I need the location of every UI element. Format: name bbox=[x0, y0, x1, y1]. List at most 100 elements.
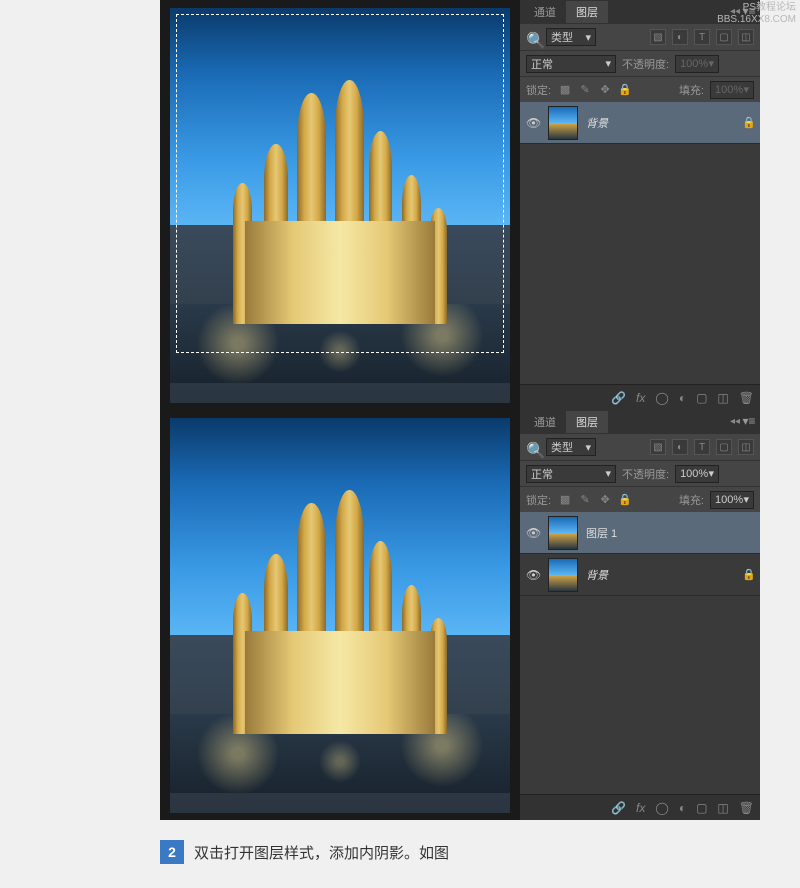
lock-transparency-icon[interactable]: ▩ bbox=[557, 492, 573, 508]
search-icon[interactable]: 🔍 bbox=[526, 31, 538, 43]
filter-pixel-icon[interactable]: ▧ bbox=[650, 439, 666, 455]
step-text: 双击打开图层样式，添加内阴影。如图 bbox=[194, 842, 449, 863]
chevron-down-icon: ▾ bbox=[585, 441, 591, 454]
panel-menu-icon[interactable]: ▾≡ bbox=[742, 414, 756, 428]
layers-panel: 通道 图层 ◂◂ ▾≡ 🔍 类型▾ ▧ ◐ T ▢ ◫ bbox=[520, 0, 760, 410]
blend-mode-dropdown[interactable]: 正常▾ bbox=[526, 465, 616, 483]
group-icon[interactable]: ▢ bbox=[696, 391, 707, 405]
layers-panel: 通道 图层 ◂◂ ▾≡ 🔍 类型▾ ▧ ◐ T ▢ ◫ bbox=[520, 410, 760, 820]
fill-input[interactable]: 100%▾ bbox=[710, 81, 754, 99]
filter-smart-icon[interactable]: ◫ bbox=[738, 439, 754, 455]
layer-background[interactable]: 👁 背景 🔒 bbox=[520, 102, 760, 144]
lock-row: 锁定: ▩ ✎ ✥ 🔒 填充: 100%▾ bbox=[520, 486, 760, 512]
tab-layers[interactable]: 图层 bbox=[566, 411, 608, 433]
lock-position-icon[interactable]: ✥ bbox=[597, 82, 613, 98]
chevron-down-icon: ▾ bbox=[743, 493, 749, 506]
chevron-down-icon: ▾ bbox=[585, 31, 591, 44]
lock-position-icon[interactable]: ✥ bbox=[597, 492, 613, 508]
canvas-image bbox=[170, 8, 510, 403]
layer-filter-row: 🔍 类型▾ ▧ ◐ T ▢ ◫ bbox=[520, 434, 760, 460]
layer-fx-icon[interactable]: fx bbox=[636, 391, 645, 405]
tutorial-content: 通道 图层 ◂◂ ▾≡ 🔍 类型▾ ▧ ◐ T ▢ ◫ bbox=[160, 0, 760, 864]
panel-bottom-bar: 🔗 fx ◯ ◐ ▢ ◫ 🗑 bbox=[520, 794, 760, 820]
lock-icon: 🔒 bbox=[742, 568, 754, 581]
new-layer-icon[interactable]: ◫ bbox=[717, 801, 728, 815]
canvas-area[interactable] bbox=[160, 410, 520, 820]
chevron-down-icon: ▾ bbox=[743, 83, 749, 96]
link-layers-icon[interactable]: 🔗 bbox=[611, 391, 626, 405]
filter-smart-icon[interactable]: ◫ bbox=[738, 29, 754, 45]
lock-label: 锁定: bbox=[526, 492, 551, 508]
filter-adjust-icon[interactable]: ◐ bbox=[672, 29, 688, 45]
delete-layer-icon[interactable]: 🗑 bbox=[739, 391, 754, 405]
photoshop-block-2: 通道 图层 ◂◂ ▾≡ 🔍 类型▾ ▧ ◐ T ▢ ◫ bbox=[160, 410, 760, 820]
lock-all-icon[interactable]: 🔒 bbox=[617, 492, 633, 508]
filter-type-dropdown[interactable]: 类型▾ bbox=[546, 438, 596, 456]
blend-row: 正常▾ 不透明度: 100%▾ bbox=[520, 460, 760, 486]
chevron-down-icon: ▾ bbox=[605, 57, 611, 70]
visibility-eye-icon[interactable]: 👁 bbox=[526, 526, 540, 540]
filter-icons: ▧ ◐ T ▢ ◫ bbox=[650, 29, 754, 45]
lock-icon: 🔒 bbox=[742, 116, 754, 129]
chevron-down-icon: ▾ bbox=[709, 467, 715, 480]
photoshop-block-1: 通道 图层 ◂◂ ▾≡ 🔍 类型▾ ▧ ◐ T ▢ ◫ bbox=[160, 0, 760, 410]
visibility-eye-icon[interactable]: 👁 bbox=[526, 568, 540, 582]
blend-row: 正常▾ 不透明度: 100%▾ bbox=[520, 50, 760, 76]
layer-background[interactable]: 👁 背景 🔒 bbox=[520, 554, 760, 596]
filter-icons: ▧ ◐ T ▢ ◫ bbox=[650, 439, 754, 455]
panel-bottom-bar: 🔗 fx ◯ ◐ ▢ ◫ 🗑 bbox=[520, 384, 760, 410]
lock-row: 锁定: ▩ ✎ ✥ 🔒 填充: 100%▾ bbox=[520, 76, 760, 102]
opacity-input[interactable]: 100%▾ bbox=[675, 465, 719, 483]
chevron-down-icon: ▾ bbox=[709, 57, 715, 70]
layer-name[interactable]: 背景 bbox=[586, 115, 734, 131]
filter-adjust-icon[interactable]: ◐ bbox=[672, 439, 688, 455]
lock-all-icon[interactable]: 🔒 bbox=[617, 82, 633, 98]
layer-fx-icon[interactable]: fx bbox=[636, 801, 645, 815]
search-icon[interactable]: 🔍 bbox=[526, 441, 538, 453]
filter-pixel-icon[interactable]: ▧ bbox=[650, 29, 666, 45]
canvas-area[interactable] bbox=[160, 0, 520, 410]
tab-channels[interactable]: 通道 bbox=[524, 1, 566, 23]
group-icon[interactable]: ▢ bbox=[696, 801, 707, 815]
layer-name[interactable]: 背景 bbox=[586, 567, 734, 583]
layer-thumbnail[interactable] bbox=[548, 558, 578, 592]
lock-label: 锁定: bbox=[526, 82, 551, 98]
layer-thumbnail[interactable] bbox=[548, 516, 578, 550]
opacity-label: 不透明度: bbox=[622, 466, 669, 482]
blend-mode-dropdown[interactable]: 正常▾ bbox=[526, 55, 616, 73]
chevron-down-icon: ▾ bbox=[605, 467, 611, 480]
filter-type-dropdown[interactable]: 类型▾ bbox=[546, 28, 596, 46]
layers-list: 👁 背景 🔒 bbox=[520, 102, 760, 384]
delete-layer-icon[interactable]: 🗑 bbox=[739, 801, 754, 815]
layer-name[interactable]: 图层 1 bbox=[586, 525, 754, 541]
opacity-label: 不透明度: bbox=[622, 56, 669, 72]
opacity-input[interactable]: 100%▾ bbox=[675, 55, 719, 73]
selection-marquee bbox=[176, 14, 504, 353]
layer-filter-row: 🔍 类型▾ ▧ ◐ T ▢ ◫ bbox=[520, 24, 760, 50]
panel-tabs: 通道 图层 ◂◂ ▾≡ bbox=[520, 410, 760, 434]
link-layers-icon[interactable]: 🔗 bbox=[611, 801, 626, 815]
filter-shape-icon[interactable]: ▢ bbox=[716, 439, 732, 455]
lock-transparency-icon[interactable]: ▩ bbox=[557, 82, 573, 98]
adjustment-layer-icon[interactable]: ◐ bbox=[679, 391, 686, 405]
fill-input[interactable]: 100%▾ bbox=[710, 491, 754, 509]
filter-shape-icon[interactable]: ▢ bbox=[716, 29, 732, 45]
step-number-badge: 2 bbox=[160, 840, 184, 864]
layer-1[interactable]: 👁 图层 1 bbox=[520, 512, 760, 554]
new-layer-icon[interactable]: ◫ bbox=[717, 391, 728, 405]
filter-type-icon[interactable]: T bbox=[694, 439, 710, 455]
filter-type-icon[interactable]: T bbox=[694, 29, 710, 45]
tab-layers[interactable]: 图层 bbox=[566, 1, 608, 23]
visibility-eye-icon[interactable]: 👁 bbox=[526, 116, 540, 130]
layer-mask-icon[interactable]: ◯ bbox=[655, 391, 668, 405]
layer-thumbnail[interactable] bbox=[548, 106, 578, 140]
adjustment-layer-icon[interactable]: ◐ bbox=[679, 801, 686, 815]
collapse-icon[interactable]: ◂◂ bbox=[730, 416, 740, 427]
fill-label: 填充: bbox=[679, 82, 704, 98]
layer-mask-icon[interactable]: ◯ bbox=[655, 801, 668, 815]
lock-paint-icon[interactable]: ✎ bbox=[577, 492, 593, 508]
tab-channels[interactable]: 通道 bbox=[524, 411, 566, 433]
watermark: PS教程论坛 BBS.16XX8.COM bbox=[717, 2, 796, 26]
step-caption: 2 双击打开图层样式，添加内阴影。如图 bbox=[160, 820, 760, 864]
lock-paint-icon[interactable]: ✎ bbox=[577, 82, 593, 98]
